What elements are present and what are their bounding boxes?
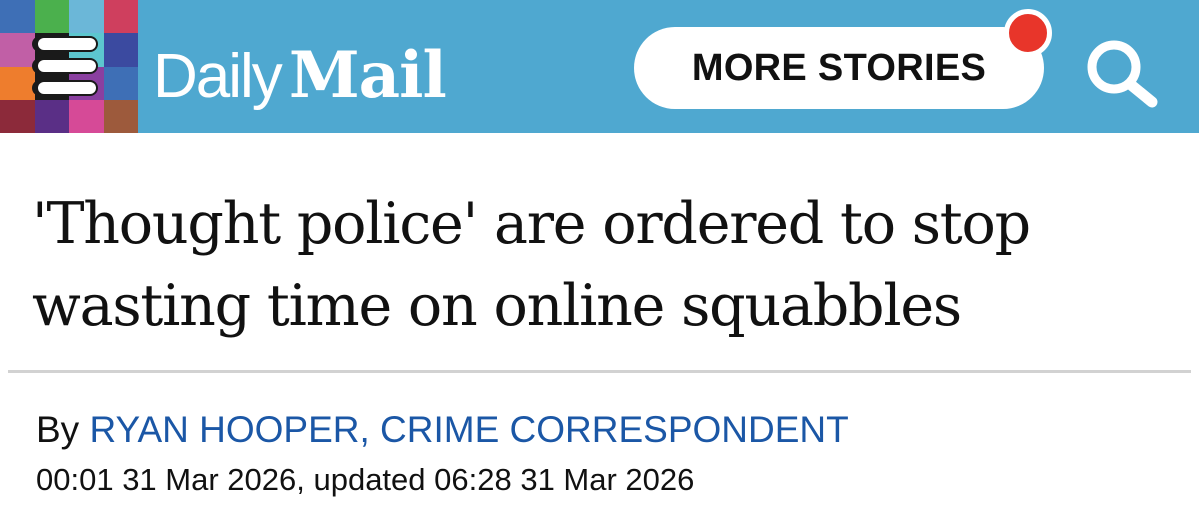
daily-mail-logo[interactable]: Daily Mail	[153, 28, 447, 113]
mosaic-tile	[0, 99, 35, 133]
notification-dot	[1004, 9, 1052, 57]
article-byline: By RYAN HOOPER, CRIME CORRESPONDENT	[36, 408, 849, 452]
mosaic-tile	[0, 66, 35, 100]
article-headline: 'Thought police' are ordered to stop was…	[32, 191, 1031, 339]
mosaic-tile	[69, 99, 104, 133]
logo-word-daily: Daily	[153, 42, 283, 111]
mosaic-tile	[103, 99, 138, 133]
hamburger-bar	[38, 60, 96, 72]
mosaic-tile	[103, 0, 138, 34]
mosaic-tile	[0, 0, 35, 34]
article-page: Daily Mail MORE STORIES 'Thought police'…	[0, 0, 1199, 532]
more-stories-label: MORE STORIES	[691, 46, 987, 89]
mosaic-tile	[34, 0, 69, 34]
byline-prefix: By	[36, 409, 80, 450]
site-header: Daily Mail MORE STORIES	[0, 0, 1199, 133]
hamburger-bar	[38, 38, 96, 50]
logo-word-mail: Mail	[288, 38, 447, 113]
mosaic-tile	[0, 33, 35, 67]
mosaic-tile	[69, 0, 104, 34]
mosaic-tile	[103, 66, 138, 100]
search-icon[interactable]	[1080, 34, 1166, 108]
mosaic-tile	[103, 33, 138, 67]
hamburger-menu-icon[interactable]	[32, 36, 98, 96]
mosaic-tile	[34, 99, 69, 133]
more-stories-button[interactable]: MORE STORIES	[634, 27, 1044, 109]
author-link[interactable]: RYAN HOOPER, CRIME CORRESPONDENT	[89, 409, 848, 450]
headline-divider	[8, 370, 1191, 373]
hamburger-bar	[38, 82, 96, 94]
article-dateline: 00:01 31 Mar 2026, updated 06:28 31 Mar …	[36, 462, 695, 497]
